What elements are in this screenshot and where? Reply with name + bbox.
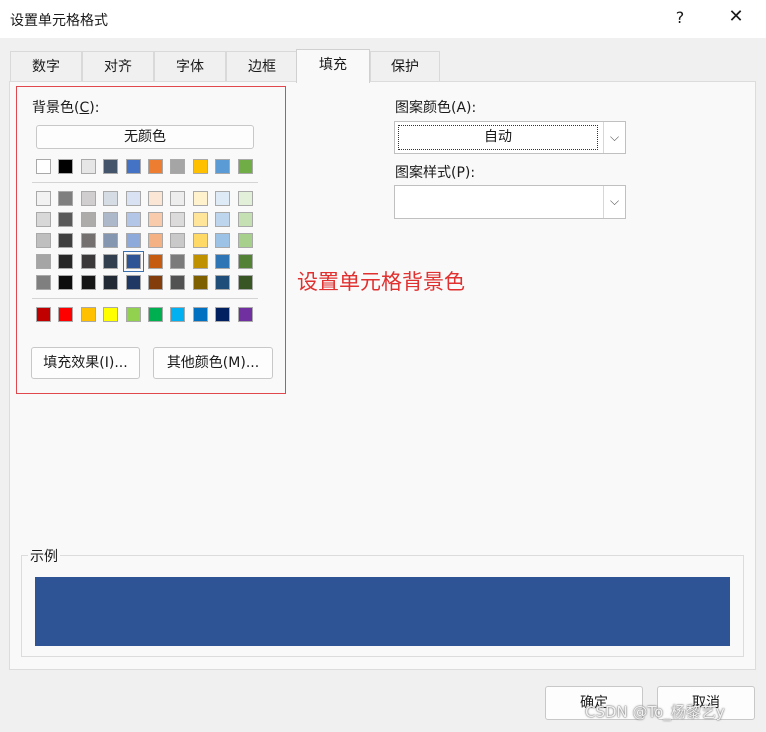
sample-preview — [35, 577, 730, 646]
tab-number[interactable]: 数字 — [10, 51, 82, 82]
watermark: CSDN @To_杨黎艺y — [585, 703, 725, 721]
annotation-text: 设置单元格背景色 — [297, 270, 465, 294]
pattern-color-value: 自动 — [398, 125, 598, 150]
tab-protection[interactable]: 保护 — [370, 51, 440, 82]
help-icon[interactable]: ? — [670, 8, 690, 27]
title-bar: 设置单元格格式 ? ✕ — [0, 0, 766, 38]
tab-fill[interactable]: 填充 — [296, 49, 370, 83]
pattern-style-dropdown[interactable]: ⌵ — [394, 185, 626, 219]
tab-font[interactable]: 字体 — [154, 51, 226, 82]
pattern-style-label: 图案样式(P): — [395, 165, 476, 181]
pattern-color-dropdown[interactable]: 自动 ⌵ — [394, 121, 626, 154]
tab-border[interactable]: 边框 — [226, 51, 298, 82]
pattern-color-label: 图案颜色(A): — [395, 100, 477, 116]
sample-label: 示例 — [28, 546, 60, 566]
pattern-style-value — [395, 186, 601, 218]
chevron-down-icon: ⌵ — [603, 186, 625, 218]
close-icon[interactable]: ✕ — [724, 6, 748, 27]
chevron-down-icon: ⌵ — [603, 122, 625, 153]
annotation-highlight-box — [16, 86, 286, 394]
tab-alignment[interactable]: 对齐 — [82, 51, 154, 82]
dialog-title: 设置单元格格式 — [10, 13, 108, 29]
